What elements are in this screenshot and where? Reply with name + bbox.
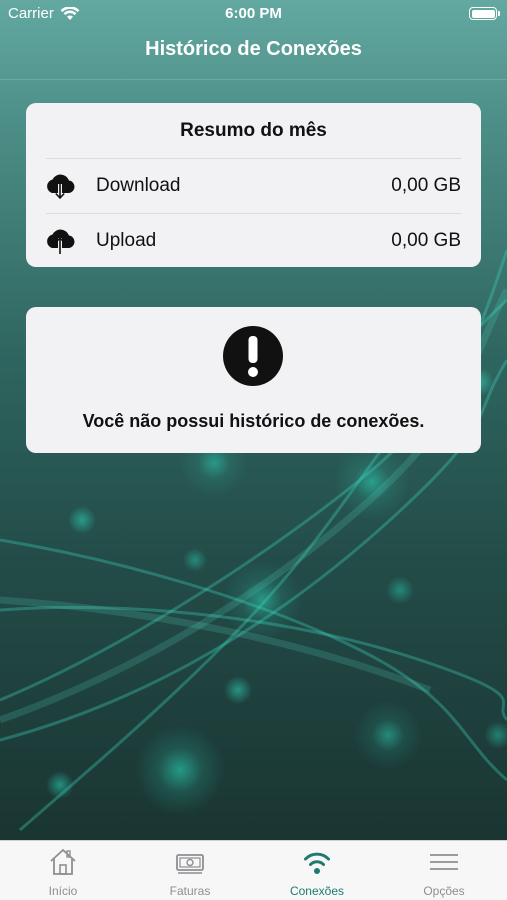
empty-history-card: Você não possui histórico de conexões. <box>26 307 481 453</box>
page-title: Histórico de Conexões <box>145 38 362 60</box>
cloud-upload-icon <box>47 229 75 254</box>
invoice-icon <box>176 854 204 874</box>
download-label: Download <box>96 175 181 196</box>
empty-history-message: Você não possui histórico de conexões. <box>82 411 425 431</box>
tab-label: Faturas <box>169 884 211 898</box>
battery-level <box>471 9 495 18</box>
download-value: 0,00 GB <box>391 175 461 196</box>
upload-value: 0,00 GB <box>391 230 461 251</box>
summary-title: Resumo do mês <box>180 120 327 141</box>
tab-label: Início <box>48 884 78 898</box>
tab-conexoes[interactable]: Conexões <box>254 841 380 900</box>
status-bar: Carrier 6:00 PM <box>0 0 507 28</box>
menu-icon <box>430 854 458 870</box>
tab-bar: Início Faturas Conexões Opções <box>0 840 507 900</box>
tab-opcoes[interactable]: Opções <box>381 841 507 900</box>
tab-label: Opções <box>423 884 465 898</box>
home-icon <box>50 849 76 875</box>
tab-label: Conexões <box>289 884 345 898</box>
status-time: 6:00 PM <box>225 5 282 22</box>
tab-inicio[interactable]: Início <box>0 841 126 900</box>
monthly-summary-card: Resumo do mês Download 0,00 GB Upload 0,… <box>26 103 481 267</box>
wifi-icon <box>304 852 330 874</box>
upload-label: Upload <box>96 230 157 251</box>
battery-icon <box>469 7 500 20</box>
alert-icon <box>223 326 283 386</box>
tab-faturas[interactable]: Faturas <box>127 841 253 900</box>
cloud-download-icon <box>47 174 75 200</box>
nav-divider <box>0 79 507 80</box>
download-row: Download 0,00 GB <box>26 159 481 213</box>
upload-row: Upload 0,00 GB <box>26 214 481 268</box>
